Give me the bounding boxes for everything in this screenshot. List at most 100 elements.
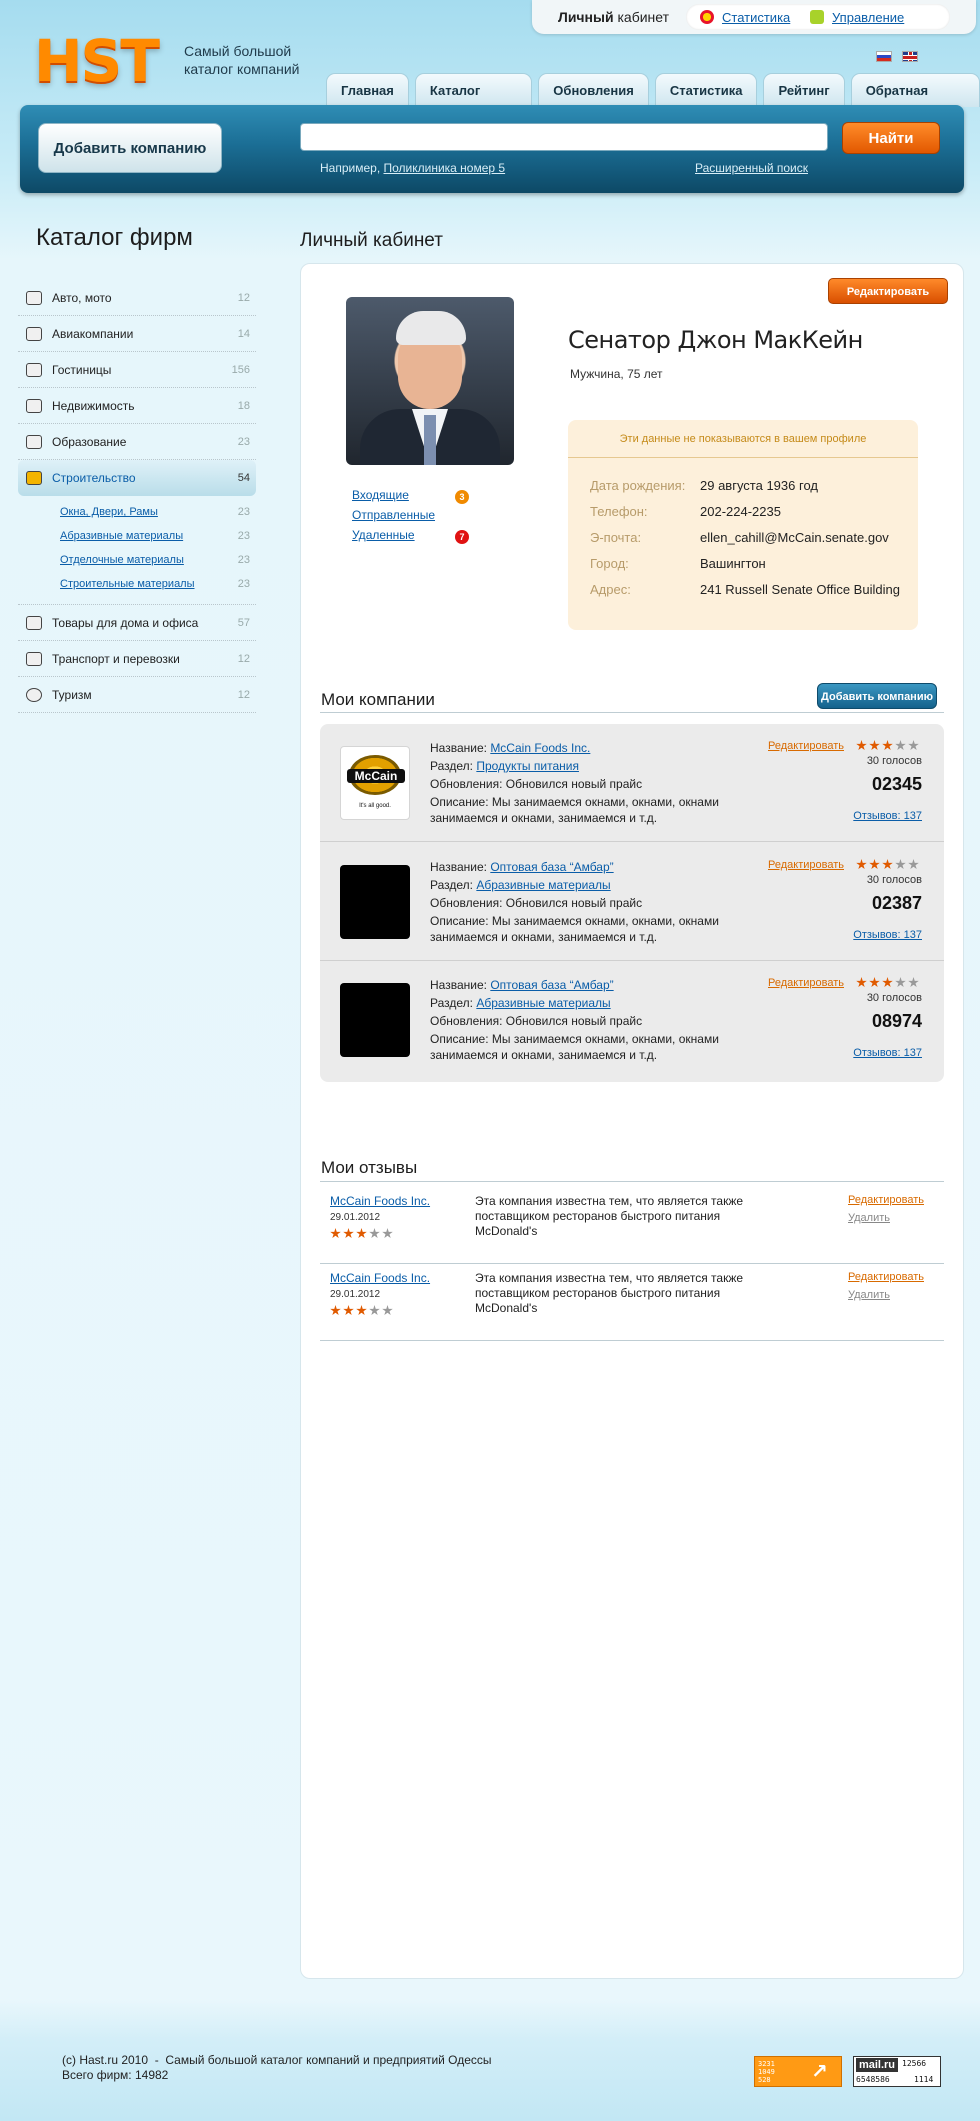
inbox-item[interactable]: Входящие 3	[352, 488, 472, 508]
category-item[interactable]: Туризм 12	[18, 677, 256, 713]
company-logo[interactable]	[340, 983, 410, 1057]
advanced-search-link[interactable]: Расширенный поиск	[695, 161, 808, 175]
site-logo[interactable]: HST	[34, 32, 160, 90]
company-edit-link[interactable]: Редактировать	[768, 740, 844, 752]
company-info: Название: Оптовая база “Амбар” Раздел: А…	[430, 860, 719, 944]
company-number: 02345	[871, 774, 922, 794]
footer-text: (c) Hast.ru 2010 - Самый большой каталог…	[62, 2053, 492, 2083]
copyright: (c) Hast.ru 2010 - Самый большой каталог…	[62, 2053, 492, 2067]
category-item[interactable]: Недвижимость 18	[18, 388, 256, 424]
nav-tab-updates[interactable]: Обновления	[538, 73, 649, 107]
manage-link[interactable]: Управление	[832, 10, 904, 25]
info-row-phone: Телефон: 202-224-2235	[590, 504, 781, 519]
star-icon	[908, 977, 919, 988]
nav-tab-stats[interactable]: Статистика	[654, 73, 758, 107]
search-hint: Например, Поликлиника номер 5	[320, 161, 506, 175]
review-text: Эта компания известна тем, что является …	[475, 1271, 744, 1315]
category-item[interactable]: Транспорт и перевозки 12	[18, 641, 256, 677]
deleted-item[interactable]: Удаленные 7	[352, 528, 472, 548]
review-company-link[interactable]: McCain Foods Inc.	[330, 1271, 430, 1285]
section-divider	[320, 712, 944, 713]
review-row: McCain Foods Inc. 29.01.2012 Эта компани…	[320, 1265, 944, 1341]
star-icon	[882, 859, 893, 870]
nav-tab-catalog[interactable]: Каталог фирм	[414, 73, 533, 132]
star-icon	[356, 1305, 367, 1316]
category-item[interactable]: Образование 23	[18, 424, 256, 460]
sent-item[interactable]: Отправленные	[352, 508, 472, 528]
company-name-link[interactable]: Оптовая база “Амбар”	[490, 860, 613, 874]
books-icon	[26, 434, 42, 449]
category-item[interactable]: Авто, мото 12	[18, 280, 256, 316]
company-list: McCain It's all good. Название: McCain F…	[320, 724, 944, 1082]
review-delete-link[interactable]: Удалить	[848, 1289, 890, 1301]
stats-counter-badge[interactable]: 3231 1049 528 ↗	[754, 2056, 842, 2087]
profile-meta: Мужчина, 75 лет	[570, 367, 663, 381]
rating-stars	[856, 740, 919, 751]
nav-tab-home[interactable]: Главная	[326, 73, 409, 107]
star-icon	[895, 740, 906, 751]
search-hint-example[interactable]: Поликлиника номер 5	[384, 161, 506, 175]
rating-stars	[330, 1228, 393, 1239]
star-icon	[895, 977, 906, 988]
review-company-link[interactable]: McCain Foods Inc.	[330, 1194, 430, 1208]
subcategory-item: Абразивные материалы 23	[60, 530, 250, 542]
company-logo[interactable]: McCain It's all good.	[340, 746, 410, 820]
profile-photo	[346, 297, 514, 465]
stats-link[interactable]: Статистика	[722, 10, 790, 25]
nav-tab-feedback[interactable]: Обратная связь	[850, 73, 980, 132]
page-title: Личный кабинет	[300, 230, 443, 251]
category-item[interactable]: Товары для дома и офиса 57	[18, 605, 256, 641]
add-company-small-button[interactable]: Добавить компанию	[817, 683, 937, 709]
company-edit-link[interactable]: Редактировать	[768, 977, 844, 989]
star-icon	[382, 1305, 393, 1316]
review-edit-link[interactable]: Редактировать	[848, 1194, 924, 1206]
company-logo[interactable]	[340, 865, 410, 939]
review-delete-link[interactable]: Удалить	[848, 1212, 890, 1224]
company-name-link[interactable]: McCain Foods Inc.	[490, 741, 590, 755]
total-firms: Всего фирм: 14982	[62, 2068, 169, 2082]
company-section-link[interactable]: Абразивные материалы	[476, 996, 610, 1010]
search-input[interactable]	[300, 123, 828, 151]
add-company-button[interactable]: Добавить компанию	[38, 123, 222, 173]
star-icon	[869, 977, 880, 988]
category-item[interactable]: Авиакомпании 14	[18, 316, 256, 352]
star-icon	[356, 1228, 367, 1239]
category-list: Авто, мото 12 Авиакомпании 14 Гостиницы 156…	[18, 280, 256, 713]
review-date: 29.01.2012	[330, 1289, 381, 1300]
inbox-count-badge: 3	[455, 490, 469, 504]
reviews-link[interactable]: Отзывов: 137	[820, 1047, 922, 1059]
nav-tab-rating[interactable]: Рейтинг	[763, 73, 845, 107]
flag-ru-icon[interactable]	[876, 51, 892, 62]
private-info-box: Эти данные не показываются в вашем профи…	[568, 420, 918, 630]
rating-stars	[856, 977, 919, 988]
car-icon	[26, 290, 42, 305]
star-icon	[343, 1228, 354, 1239]
company-info: Название: Оптовая база “Амбар” Раздел: А…	[430, 978, 719, 1062]
company-edit-link[interactable]: Редактировать	[768, 859, 844, 871]
company-name-link[interactable]: Оптовая база “Амбар”	[490, 978, 613, 992]
flag-en-icon[interactable]	[902, 51, 918, 62]
mailru-counter-badge[interactable]: mail.ru 12566 6548586 1114	[853, 2056, 941, 2087]
cabinet-label[interactable]: Личный кабинет	[558, 9, 669, 25]
reviews-link[interactable]: Отзывов: 137	[820, 929, 922, 941]
review-text: Эта компания известна тем, что является …	[475, 1194, 744, 1238]
review-edit-link[interactable]: Редактировать	[848, 1271, 924, 1283]
house-icon	[26, 398, 42, 413]
company-section-link[interactable]: Продукты питания	[476, 759, 579, 773]
reviews-link[interactable]: Отзывов: 137	[820, 810, 922, 822]
company-number: 08974	[871, 1011, 922, 1031]
private-note: Эти данные не показываются в вашем профи…	[568, 420, 918, 458]
rating-stars	[330, 1305, 393, 1316]
search-button[interactable]: Найти	[842, 122, 940, 154]
company-section-link[interactable]: Абразивные материалы	[476, 878, 610, 892]
sidebar-title: Каталог фирм	[36, 224, 193, 251]
rating-stars	[856, 859, 919, 870]
category-item[interactable]: Гостиницы 156	[18, 352, 256, 388]
edit-profile-button[interactable]: Редактировать	[828, 278, 948, 304]
site-tagline: Самый большой каталог компаний	[184, 43, 300, 77]
category-item-active[interactable]: Строительство 54	[18, 460, 256, 496]
star-icon	[869, 740, 880, 751]
truck-icon	[26, 651, 42, 666]
star-icon	[895, 859, 906, 870]
star-icon	[343, 1305, 354, 1316]
